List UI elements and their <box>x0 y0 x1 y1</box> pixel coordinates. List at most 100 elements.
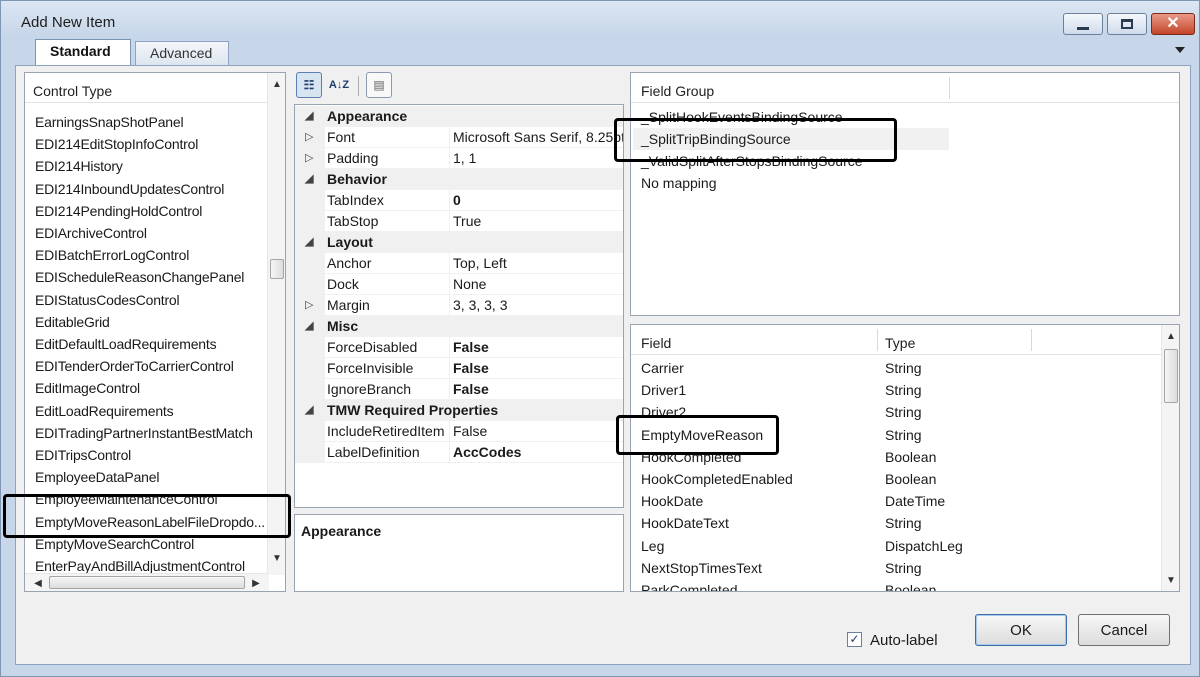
property-category[interactable]: ◢ Behavior <box>295 169 623 190</box>
title-bar[interactable]: Add New Item ✕ <box>1 1 1199 39</box>
field-column-header[interactable]: Field <box>641 335 671 351</box>
field-row[interactable]: HookDateText String <box>631 513 1179 535</box>
field-row[interactable]: HookCompletedEnabled Boolean <box>631 469 1179 491</box>
property-pages-button[interactable]: ▤ <box>366 72 392 98</box>
property-grid[interactable]: ◢ Appearance ▷ Font Microsoft Sans Serif, 8.… <box>294 104 624 508</box>
property-row[interactable]: ForceDisabled False <box>295 337 623 358</box>
property-row[interactable]: LabelDefinition AccCodes <box>295 442 623 463</box>
tab-standard[interactable]: Standard <box>35 39 131 66</box>
field-row[interactable]: Leg DispatchLeg <box>631 536 1179 558</box>
control-type-item[interactable]: EmptyMoveSearchControl <box>35 536 194 552</box>
control-type-item[interactable]: EditableGrid <box>35 314 110 330</box>
control-type-header[interactable]: Control Type <box>25 73 269 103</box>
field-group-header[interactable]: Field Group <box>631 73 1179 103</box>
control-type-item[interactable]: EditImageControl <box>35 380 140 396</box>
cancel-button[interactable]: Cancel <box>1078 614 1170 646</box>
auto-label-text[interactable]: Auto-label <box>870 632 938 649</box>
property-value[interactable]: 0 <box>453 190 623 211</box>
scroll-down-arrow-icon[interactable]: ▼ <box>1162 571 1179 589</box>
control-type-item[interactable]: EDITripsControl <box>35 447 131 463</box>
categorized-button[interactable]: ☷ <box>296 72 322 98</box>
control-type-item[interactable]: EDITradingPartnerInstantBestMatch <box>35 425 253 441</box>
control-type-item[interactable]: EmployeeDataPanel <box>35 469 159 485</box>
minimize-button[interactable] <box>1063 13 1103 35</box>
field-type: Boolean <box>885 582 937 592</box>
property-row[interactable]: IncludeRetiredItem False <box>295 421 623 442</box>
collapse-triangle-icon[interactable]: ◢ <box>305 106 313 127</box>
property-value[interactable]: False <box>453 358 623 379</box>
hscroll-thumb[interactable] <box>49 576 245 589</box>
collapse-triangle-icon[interactable]: ◢ <box>305 169 313 190</box>
property-value[interactable]: Microsoft Sans Serif, 8.25pt <box>453 127 623 148</box>
property-value[interactable]: False <box>453 379 623 400</box>
property-value[interactable]: 3, 3, 3, 3 <box>453 295 623 316</box>
tab-advanced[interactable]: Advanced <box>135 41 229 65</box>
property-category[interactable]: ◢ Misc <box>295 316 623 337</box>
control-type-item[interactable]: EarningsSnapShotPanel <box>35 114 184 130</box>
property-row[interactable]: ▷ Padding 1, 1 <box>295 148 623 169</box>
property-row[interactable]: TabIndex 0 <box>295 190 623 211</box>
control-type-item[interactable]: EDIStatusCodesControl <box>35 292 180 308</box>
property-category[interactable]: ◢ Layout <box>295 232 623 253</box>
property-value[interactable]: 1, 1 <box>453 148 623 169</box>
control-list-hscrollbar[interactable]: ◀ ▶ <box>25 573 269 591</box>
property-value[interactable]: True <box>453 211 623 232</box>
control-type-item[interactable]: EDIScheduleReasonChangePanel <box>35 269 244 285</box>
type-column-header[interactable]: Type <box>885 335 915 351</box>
control-type-item[interactable]: EDIArchiveControl <box>35 225 147 241</box>
field-list-header[interactable]: Field Type <box>631 325 1163 355</box>
field-list-vscrollbar[interactable]: ▲ ▼ <box>1161 325 1179 591</box>
field-group-list[interactable]: Field Group _SplitHookEventsBindingSourc… <box>630 72 1180 316</box>
control-type-item[interactable]: EDI214InboundUpdatesControl <box>35 181 224 197</box>
ok-button[interactable]: OK <box>975 614 1067 646</box>
close-button[interactable]: ✕ <box>1151 13 1195 35</box>
field-row[interactable]: ParkCompleted Boolean <box>631 580 1179 592</box>
scroll-thumb[interactable] <box>270 259 284 279</box>
control-type-item[interactable]: EDI214EditStopInfoControl <box>35 136 198 152</box>
property-value[interactable]: Top, Left <box>453 253 623 274</box>
scroll-thumb[interactable] <box>1164 349 1178 403</box>
property-row[interactable]: ▷ Font Microsoft Sans Serif, 8.25pt <box>295 127 623 148</box>
property-row[interactable]: ▷ Margin 3, 3, 3, 3 <box>295 295 623 316</box>
field-group-item[interactable]: No mapping <box>641 175 717 191</box>
field-row[interactable]: NextStopTimesText String <box>631 558 1179 580</box>
property-value[interactable]: False <box>453 337 623 358</box>
field-list[interactable]: Field Type Carrier String Driver1 String Dri… <box>630 324 1180 592</box>
property-row[interactable]: ForceInvisible False <box>295 358 623 379</box>
control-type-item[interactable]: EditDefaultLoadRequirements <box>35 336 217 352</box>
field-row[interactable]: HookDate DateTime <box>631 491 1179 513</box>
control-type-item[interactable]: EDI214History <box>35 158 123 174</box>
collapse-triangle-icon[interactable]: ◢ <box>305 316 313 337</box>
scroll-up-arrow-icon[interactable]: ▲ <box>268 75 285 93</box>
property-row[interactable]: Anchor Top, Left <box>295 253 623 274</box>
control-type-item[interactable]: EnterPayAndBillAdjustmentControl <box>35 558 245 574</box>
expand-triangle-icon[interactable]: ▷ <box>305 127 313 148</box>
scroll-right-arrow-icon[interactable]: ▶ <box>247 574 265 591</box>
control-type-item[interactable]: EDIBatchErrorLogControl <box>35 247 189 263</box>
property-row[interactable]: Dock None <box>295 274 623 295</box>
property-row[interactable]: IgnoreBranch False <box>295 379 623 400</box>
field-row[interactable]: Driver1 String <box>631 380 1179 402</box>
expand-triangle-icon[interactable]: ▷ <box>305 148 313 169</box>
control-type-item[interactable]: EDITenderOrderToCarrierControl <box>35 358 234 374</box>
property-category[interactable]: ◢ TMW Required Properties <box>295 400 623 421</box>
field-row[interactable]: Carrier String <box>631 358 1179 380</box>
scroll-up-arrow-icon[interactable]: ▲ <box>1162 327 1179 345</box>
auto-label-checkbox[interactable]: ✓ <box>847 632 862 647</box>
property-value[interactable]: None <box>453 274 623 295</box>
scroll-left-arrow-icon[interactable]: ◀ <box>29 574 47 591</box>
collapse-triangle-icon[interactable]: ◢ <box>305 232 313 253</box>
property-category[interactable]: ◢ Appearance <box>295 106 623 127</box>
tab-menu-dropdown-icon[interactable] <box>1175 47 1185 53</box>
control-type-item[interactable]: EDI214PendingHoldControl <box>35 203 202 219</box>
property-grid-toolbar: ☷ A↓Z ▤ <box>294 70 622 102</box>
scroll-down-arrow-icon[interactable]: ▼ <box>268 549 285 567</box>
property-value[interactable]: AccCodes <box>453 442 623 463</box>
alphabetical-button[interactable]: A↓Z <box>326 72 352 98</box>
property-row[interactable]: TabStop True <box>295 211 623 232</box>
collapse-triangle-icon[interactable]: ◢ <box>305 400 313 421</box>
expand-triangle-icon[interactable]: ▷ <box>305 295 313 316</box>
control-type-item[interactable]: EditLoadRequirements <box>35 403 174 419</box>
property-value[interactable]: False <box>453 421 623 442</box>
maximize-button[interactable] <box>1107 13 1147 35</box>
